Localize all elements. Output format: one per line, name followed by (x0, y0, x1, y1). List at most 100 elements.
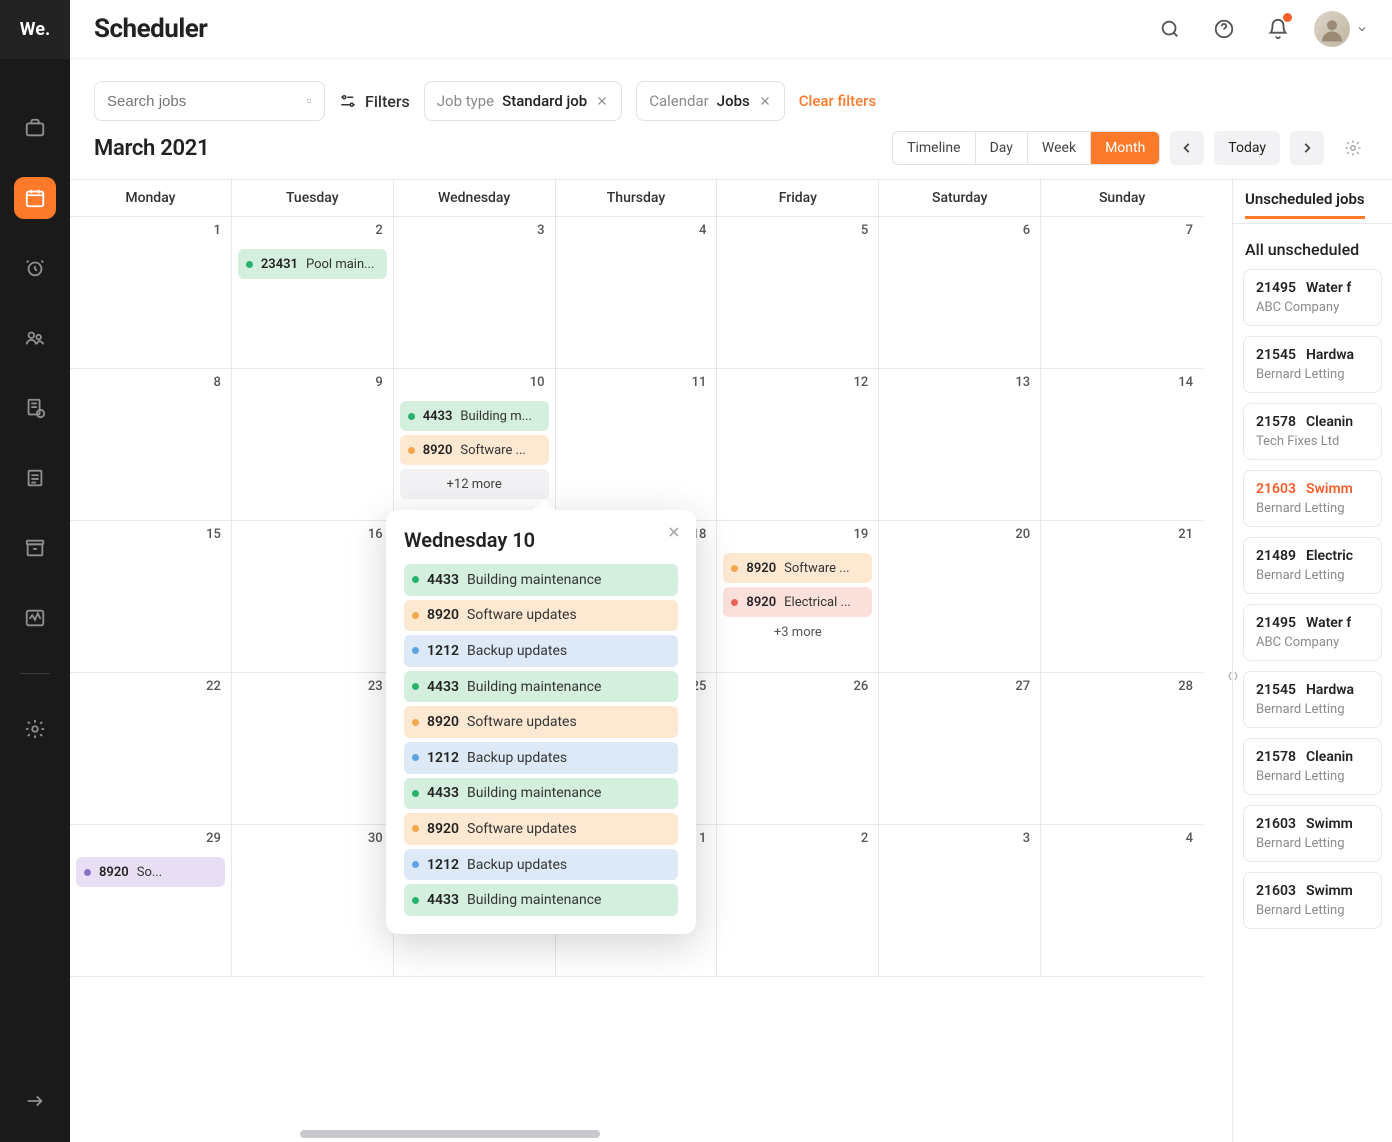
calendar-cell[interactable]: 5 (717, 217, 879, 368)
unscheduled-card[interactable]: 21603SwimmBernard Letting (1243, 470, 1382, 527)
view-timeline[interactable]: Timeline (893, 132, 975, 164)
help-icon[interactable] (1206, 11, 1242, 47)
unscheduled-card[interactable]: 21545HardwaBernard Letting (1243, 336, 1382, 393)
chip-remove-icon[interactable] (595, 94, 609, 108)
popover-event[interactable]: 4433Building maintenance (404, 671, 678, 703)
calendar-cell[interactable]: 223431Pool main... (232, 217, 394, 368)
calendar-cell[interactable]: 21 (1041, 521, 1203, 672)
unscheduled-list[interactable]: 21495Water fABC Company 21545HardwaBernar… (1233, 269, 1392, 1142)
view-week[interactable]: Week (1028, 132, 1091, 164)
job-id: 1212 (427, 643, 459, 659)
filter-chip-calendar[interactable]: Calendar Jobs (636, 81, 785, 121)
calendar-cell[interactable]: 104433Building m...8920Software ...+12 m… (394, 369, 556, 520)
popover-event[interactable]: 4433Building maintenance (404, 778, 678, 810)
more-events-button[interactable]: +12 more (400, 469, 549, 499)
unscheduled-card[interactable]: 21578CleaninTech Fixes Ltd (1243, 403, 1382, 460)
calendar-cell[interactable]: 3 (394, 217, 556, 368)
user-menu[interactable] (1314, 11, 1368, 47)
calendar-settings-icon[interactable] (1338, 133, 1368, 163)
resize-handle[interactable] (1225, 661, 1241, 691)
calendar-cell[interactable]: 23 (232, 673, 394, 824)
calendar-cell[interactable]: 7 (1041, 217, 1203, 368)
search-field[interactable] (107, 93, 306, 110)
prev-button[interactable] (1170, 131, 1204, 165)
calendar-cell[interactable]: 30 (232, 825, 394, 976)
calendar-cell[interactable]: 298920So... (70, 825, 232, 976)
scrollbar[interactable] (300, 1130, 600, 1138)
popover-event[interactable]: 1212Backup updates (404, 635, 678, 667)
calendar-cell[interactable]: 198920Software ...8920Electrical ...+3 m… (717, 521, 879, 672)
status-dot (246, 261, 253, 268)
view-month[interactable]: Month (1091, 132, 1159, 164)
nav-briefcase-icon[interactable] (14, 107, 56, 149)
popover-event[interactable]: 4433Building maintenance (404, 884, 678, 916)
popover-event[interactable]: 4433Building maintenance (404, 564, 678, 596)
calendar-cell[interactable]: 11 (556, 369, 718, 520)
unscheduled-card[interactable]: 21545HardwaBernard Letting (1243, 671, 1382, 728)
rightpanel-tab[interactable]: Unscheduled jobs (1245, 190, 1365, 219)
popover-event[interactable]: 8920Software updates (404, 600, 678, 632)
nav-calendar-icon[interactable] (14, 177, 56, 219)
nav-alarm-icon[interactable] (14, 247, 56, 289)
nav-archive-icon[interactable] (14, 527, 56, 569)
calendar-event[interactable]: 4433Building m... (400, 401, 549, 431)
search-input[interactable] (94, 81, 325, 121)
calendar-cell[interactable]: 20 (879, 521, 1041, 672)
calendar-cell[interactable]: 8 (70, 369, 232, 520)
calendar-cell[interactable]: 13 (879, 369, 1041, 520)
more-events-link[interactable]: +3 more (723, 625, 872, 640)
calendar-cell[interactable]: 26 (717, 673, 879, 824)
calendar-event[interactable]: 8920Software ... (400, 435, 549, 465)
calendar-cell[interactable]: 16 (232, 521, 394, 672)
popover-event[interactable]: 1212Backup updates (404, 742, 678, 774)
calendar-event[interactable]: 8920So... (76, 857, 225, 887)
calendar-cell[interactable]: 14 (1041, 369, 1203, 520)
day-number: 28 (1178, 679, 1193, 694)
today-button[interactable]: Today (1214, 131, 1280, 165)
calendar-event[interactable]: 8920Electrical ... (723, 587, 872, 617)
calendar-cell[interactable]: 4 (556, 217, 718, 368)
popover-event[interactable]: 8920Software updates (404, 706, 678, 738)
notifications-icon[interactable] (1260, 11, 1296, 47)
calendar-cell[interactable]: 28 (1041, 673, 1203, 824)
unscheduled-card[interactable]: 21495Water fABC Company (1243, 269, 1382, 326)
nav-invoice-icon[interactable] (14, 387, 56, 429)
calendar-cell[interactable]: 9 (232, 369, 394, 520)
filters-button[interactable]: Filters (339, 92, 410, 111)
nav-activity-icon[interactable] (14, 597, 56, 639)
search-icon[interactable] (1152, 11, 1188, 47)
popover-event[interactable]: 8920Software updates (404, 813, 678, 845)
unscheduled-card[interactable]: 21603SwimmBernard Letting (1243, 805, 1382, 862)
popover-list[interactable]: 4433Building maintenance8920Software upd… (404, 564, 686, 916)
clear-filters-link[interactable]: Clear filters (799, 92, 876, 110)
view-day[interactable]: Day (976, 132, 1028, 164)
calendar-event[interactable]: 23431Pool main... (238, 249, 387, 279)
calendar-event[interactable]: 8920Software ... (723, 553, 872, 583)
chip-remove-icon[interactable] (758, 94, 772, 108)
calendar-cell[interactable]: 3 (879, 825, 1041, 976)
nav-settings-icon[interactable] (14, 708, 56, 750)
nav-people-icon[interactable] (14, 317, 56, 359)
unscheduled-card[interactable]: 21495Water fABC Company (1243, 604, 1382, 661)
job-title: So... (137, 865, 162, 880)
calendar-cell[interactable]: 6 (879, 217, 1041, 368)
calendar-cell[interactable]: 4 (1041, 825, 1203, 976)
calendar-cell[interactable]: 27 (879, 673, 1041, 824)
filter-chip-jobtype[interactable]: Job type Standard job (424, 81, 622, 121)
unscheduled-card[interactable]: 21578CleaninBernard Letting (1243, 738, 1382, 795)
calendar-cell[interactable]: 15 (70, 521, 232, 672)
status-dot (412, 754, 419, 761)
close-icon[interactable] (666, 524, 682, 540)
calendar-cell[interactable]: 12 (717, 369, 879, 520)
popover-event[interactable]: 1212Backup updates (404, 849, 678, 881)
calendar-cell[interactable]: 22 (70, 673, 232, 824)
nav-collapse-icon[interactable] (14, 1080, 56, 1122)
next-button[interactable] (1290, 131, 1324, 165)
calendar-cell[interactable]: 1 (70, 217, 232, 368)
unscheduled-card[interactable]: 21489ElectricBernard Letting (1243, 537, 1382, 594)
job-id: 4433 (427, 892, 459, 908)
calendar-cell[interactable]: 2 (717, 825, 879, 976)
unscheduled-card[interactable]: 21603SwimmBernard Letting (1243, 872, 1382, 929)
right-panel: Unscheduled jobs All unscheduled 21495Wa… (1232, 179, 1392, 1142)
nav-note-icon[interactable] (14, 457, 56, 499)
